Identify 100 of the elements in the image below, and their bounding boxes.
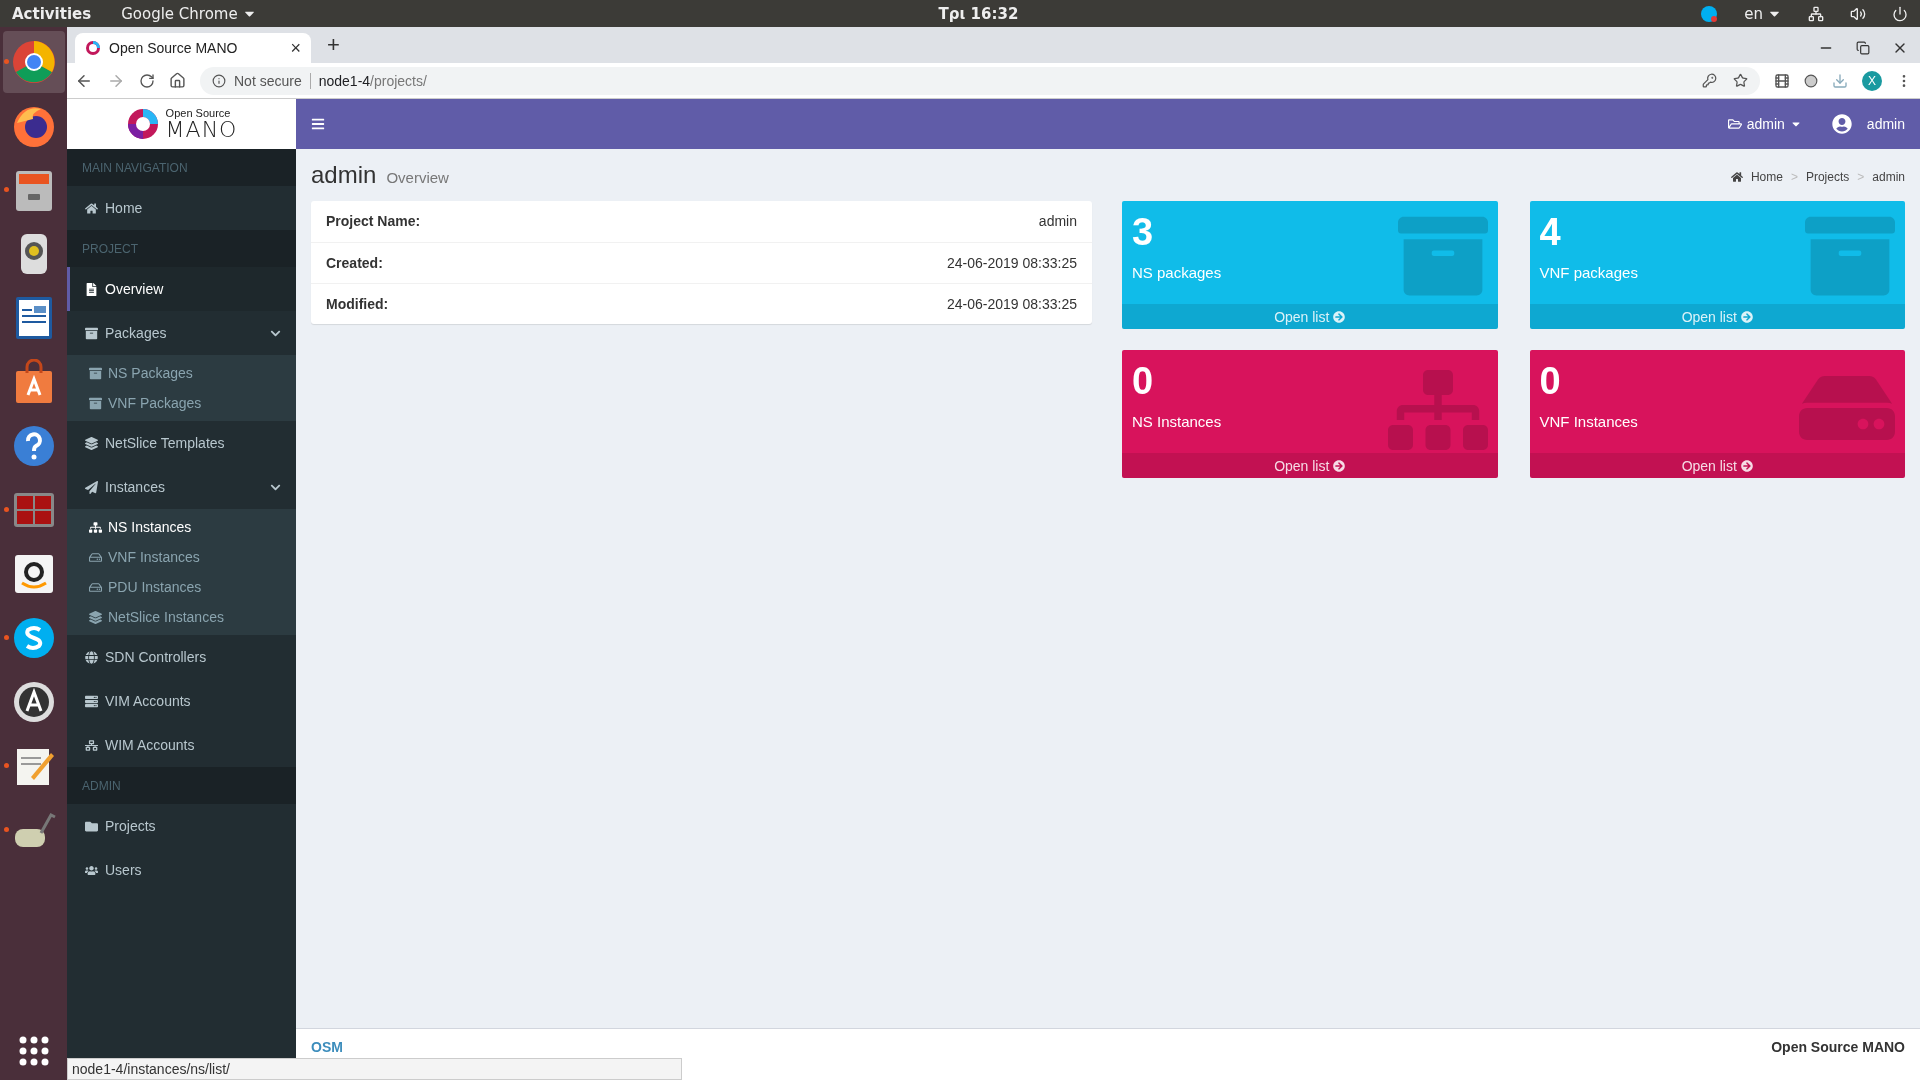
address-bar[interactable]: Not secure node1-4/projects/ <box>200 66 1760 95</box>
stat-label: NS packages <box>1132 264 1223 281</box>
nav-subitem[interactable]: NS Packages <box>67 358 296 388</box>
user-menu[interactable]: admin <box>1831 114 1905 134</box>
archive-icon <box>89 396 102 410</box>
archive-icon <box>89 366 102 380</box>
detail-label: Created: <box>326 255 383 271</box>
user-icon <box>1831 114 1852 134</box>
nav-section-header: PROJECT <box>67 230 296 267</box>
url-text: node1-4/projects/ <box>318 72 427 89</box>
layers-icon <box>89 610 102 624</box>
hard-drive-icon <box>89 550 102 564</box>
open-list-link[interactable]: Open list <box>1122 453 1498 478</box>
volume-icon[interactable] <box>1850 5 1866 22</box>
chrome-icon[interactable] <box>10 39 57 85</box>
folder-icon <box>85 819 98 833</box>
stat-label: VNF Instances <box>1539 413 1639 430</box>
detail-label: Modified: <box>326 296 389 312</box>
stat-label: VNF packages <box>1539 264 1639 281</box>
running-indicator <box>3 507 9 512</box>
server-icon <box>85 694 98 708</box>
restore-icon[interactable] <box>1856 41 1870 55</box>
page-title: admin <box>311 161 377 189</box>
browser-tab[interactable]: Open Source MANO × <box>75 33 311 63</box>
language-menu[interactable]: en <box>1744 4 1782 23</box>
nav-item[interactable]: Packages <box>67 311 296 355</box>
open-list-link[interactable]: Open list <box>1529 453 1905 478</box>
power-icon[interactable] <box>1892 5 1908 22</box>
film-icon[interactable] <box>1774 72 1790 89</box>
security-label: Not secure <box>234 72 311 89</box>
new-tab-button[interactable]: + <box>321 31 346 59</box>
layers-icon <box>85 436 98 450</box>
dock-item[interactable] <box>2 31 65 93</box>
nav-item[interactable]: Home <box>67 186 296 230</box>
nav-item[interactable]: Users <box>67 848 296 892</box>
nav-subitem[interactable]: VNF Instances <box>67 542 296 572</box>
key-icon[interactable] <box>1702 73 1717 88</box>
nav-item[interactable]: VIM Accounts <box>67 679 296 723</box>
clock[interactable]: Τρι 16:32 <box>938 4 1019 23</box>
globe-icon <box>85 650 98 664</box>
nav-item[interactable]: Instances <box>67 465 296 509</box>
stat-count: 3 <box>1132 211 1155 254</box>
page-subtitle: Overview <box>386 169 449 186</box>
logo[interactable]: Open Source MANO <box>67 99 296 149</box>
document-icon <box>85 282 98 296</box>
detail-value: 24-06-2019 08:33:25 <box>947 255 1077 271</box>
stat-count: 0 <box>1132 360 1155 403</box>
activities-button[interactable]: Activities <box>12 4 92 23</box>
detail-value: 24-06-2019 08:33:25 <box>947 296 1077 312</box>
home-icon[interactable] <box>169 72 186 89</box>
logo-icon <box>125 107 160 141</box>
stat-count: 4 <box>1539 211 1562 254</box>
hard-drive-icon <box>89 580 102 594</box>
running-indicator <box>3 827 9 832</box>
breadcrumb-link[interactable]: Projects <box>1805 170 1850 184</box>
running-indicator <box>3 59 9 64</box>
archive-icon <box>85 326 98 340</box>
stat-count: 0 <box>1539 360 1562 403</box>
running-indicator <box>3 187 9 192</box>
running-indicator <box>3 763 9 768</box>
nav-section-header: MAIN NAVIGATION <box>67 149 296 186</box>
network-icon <box>85 738 98 752</box>
nav-item[interactable]: NetSlice Templates <box>67 421 296 465</box>
nav-section-header: ADMIN <box>67 767 296 804</box>
nav-subitem[interactable]: VNF Packages <box>67 388 296 418</box>
logo-text: Open Source <box>165 107 231 119</box>
logo-icon <box>85 40 101 56</box>
detail-label: Project Name: <box>326 213 421 230</box>
nav-subitem[interactable]: NS Instances <box>67 512 296 542</box>
info-icon[interactable] <box>212 73 226 88</box>
nav-item[interactable]: Projects <box>67 804 296 848</box>
home-icon <box>1730 171 1743 183</box>
running-indicator <box>3 635 9 640</box>
breadcrumb-link[interactable]: admin <box>1872 170 1905 184</box>
sitemap-icon <box>89 520 102 534</box>
folder-icon <box>1727 117 1742 131</box>
close-tab-button[interactable]: × <box>290 37 301 59</box>
app-grid-icon[interactable] <box>18 1036 49 1066</box>
stat-label: NS Instances <box>1132 413 1223 430</box>
breadcrumb-separator: > <box>1790 170 1798 184</box>
nav-subitem[interactable]: PDU Instances <box>67 572 296 602</box>
breadcrumb-separator: > <box>1857 170 1865 184</box>
nav-subitem[interactable]: NetSlice Instances <box>67 602 296 632</box>
nav-item[interactable]: Overview <box>67 267 296 311</box>
logo-text: MANO <box>165 118 238 141</box>
detail-value: admin <box>1038 213 1077 230</box>
home-icon <box>85 201 98 215</box>
project-dropdown[interactable]: admin <box>1727 116 1802 132</box>
nav-item[interactable]: WIM Accounts <box>67 723 296 767</box>
circle-icon[interactable] <box>1804 73 1818 88</box>
reload-icon[interactable] <box>139 72 155 89</box>
footer-text: Open Source MANO <box>1771 1039 1905 1057</box>
tab-title: Open Source MANO <box>109 40 239 56</box>
bookmark-star-icon[interactable] <box>1733 73 1748 88</box>
nav-item[interactable]: SDN Controllers <box>67 635 296 679</box>
app-menu[interactable]: Google Chrome <box>121 4 257 23</box>
network-icon[interactable] <box>1808 5 1824 22</box>
menu-icon[interactable] <box>311 117 325 131</box>
breadcrumb-link[interactable]: Home <box>1750 170 1783 184</box>
status-url-tooltip: node1-4/instances/ns/list/ <box>67 1058 682 1080</box>
